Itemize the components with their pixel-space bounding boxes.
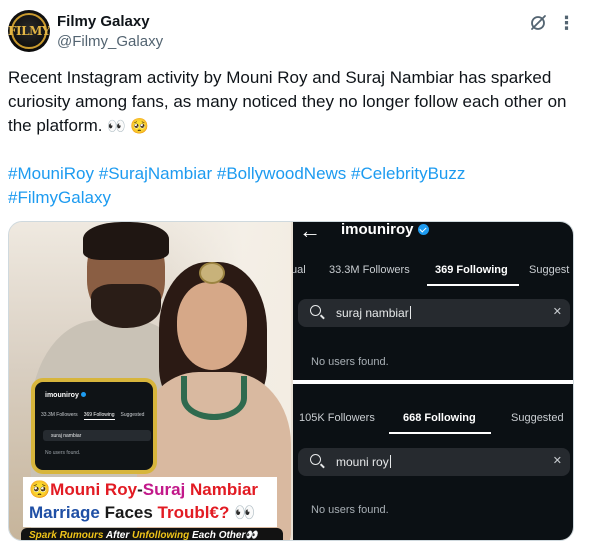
headline-emoji: 🥺: [29, 480, 51, 499]
thumbnail-no-results: No users found.: [45, 450, 81, 456]
thumbnail-profile-card: imouniroy 33.3M Followers 369 Following …: [31, 378, 157, 474]
author-name[interactable]: Filmy Galaxy: [57, 13, 150, 30]
more-icon[interactable]: ⋮: [556, 12, 578, 34]
thumbnail-tab-followers: 33.3M Followers: [41, 412, 78, 418]
active-tab-indicator: [389, 432, 491, 434]
hashtag-link[interactable]: #FilmyGalaxy: [8, 188, 111, 207]
photo-figure: [83, 222, 169, 260]
headline-line-1: 🥺Mouni Roy-Suraj Nambiar: [29, 478, 277, 501]
tweet-emojis: 👀 🥺: [107, 118, 149, 135]
headline-name-2: Suraj: [142, 480, 186, 499]
tagline-word: Unfollowing: [132, 530, 190, 541]
active-tab-indicator: [427, 284, 519, 286]
thumbnail-tab-following: 369 Following: [83, 412, 115, 420]
tagline-strip: Spark Rumours After Unfollowing Each Oth…: [21, 528, 283, 541]
no-results-text: No users found.: [311, 356, 389, 368]
tab-followers: 33.3M Followers: [329, 264, 410, 276]
verified-icon: [80, 392, 86, 397]
thumbnail-username: imouniroy: [45, 392, 86, 399]
headline-line-2: Marriage Faces Troubl€? 👀: [29, 501, 277, 524]
following-search: mouni roy ✕: [298, 448, 570, 476]
close-icon: ✕: [552, 306, 562, 318]
tweet-hashtags: #MouniRoy #SurajNambiar #BollywoodNews #…: [8, 162, 568, 210]
author-handle[interactable]: @Filmy_Galaxy: [57, 33, 163, 50]
headline-word: Faces: [104, 503, 153, 522]
tab-following: 668 Following: [403, 412, 476, 424]
thumbnail-tabs: 33.3M Followers 369 Following Suggested: [41, 412, 153, 420]
author-avatar[interactable]: FILMY: [8, 10, 50, 52]
thumbnail-tab-suggested: Suggested: [120, 412, 145, 418]
instagram-screenshot-suraj[interactable]: 105K Followers 668 Following Suggested m…: [293, 384, 573, 540]
photo-jewelry: [181, 376, 247, 420]
hashtag-link[interactable]: #SurajNambiar: [99, 164, 212, 183]
tagline-word: Each Other: [192, 530, 246, 541]
headline-word: Troubl€?: [157, 503, 230, 522]
search-value: suraj nambiar: [336, 306, 411, 320]
tagline-word: Spark Rumours: [29, 530, 104, 541]
profile-username: imouniroy: [341, 222, 429, 238]
headline-word: Marriage: [29, 503, 100, 522]
photo-jewelry: [199, 262, 225, 284]
tagline-word: After: [105, 530, 130, 541]
avatar-logo-text: FILMY: [8, 24, 50, 38]
no-results-text: No users found.: [311, 504, 389, 516]
close-icon: ✕: [552, 455, 562, 467]
tab-following: 369 Following: [435, 264, 508, 276]
photo-figure: [177, 282, 247, 370]
thumbnail-search: suraj nambiar: [43, 430, 151, 441]
profile-tabs: 105K Followers 668 Following Suggested: [293, 404, 573, 434]
back-arrow-icon: ←: [299, 222, 321, 243]
hashtag-link[interactable]: #BollywoodNews: [217, 164, 346, 183]
verified-icon: [417, 224, 429, 235]
hashtag-link[interactable]: #MouniRoy: [8, 164, 94, 183]
search-icon: [310, 305, 321, 316]
tab-followers: 105K Followers: [299, 412, 375, 424]
tab-suggested: Suggested: [511, 412, 564, 424]
headline-name-3: Nambiar: [190, 480, 259, 499]
profile-tabs: ual 33.3M Followers 369 Following Sugges…: [293, 256, 573, 286]
hashtag-link[interactable]: #CelebrityBuzz: [351, 164, 465, 183]
tweet-media[interactable]: imouniroy 33.3M Followers 369 Following …: [8, 221, 574, 541]
headline-banner: 🥺Mouni Roy-Suraj Nambiar Marriage Faces …: [23, 477, 277, 527]
tab-partial: ual: [293, 264, 306, 276]
following-search: suraj nambiar ✕: [298, 299, 570, 327]
photo-figure: [91, 284, 161, 328]
grok-icon[interactable]: [527, 12, 549, 34]
couple-photo[interactable]: imouniroy 33.3M Followers 369 Following …: [9, 222, 291, 541]
tab-suggested: Suggest: [529, 264, 570, 276]
tweet-body: Recent Instagram activity by Mouni Roy a…: [8, 68, 567, 135]
tagline-emoji: 👀: [245, 530, 258, 541]
headline-emoji: 👀: [234, 503, 256, 522]
instagram-screenshot-mouni[interactable]: ← imouniroy ual 33.3M Followers 369 Foll…: [293, 222, 573, 380]
headline-name-1: Mouni Roy: [50, 480, 138, 499]
search-value: mouni roy: [336, 455, 391, 469]
tweet-text: Recent Instagram activity by Mouni Roy a…: [8, 66, 580, 139]
search-icon: [310, 454, 321, 465]
